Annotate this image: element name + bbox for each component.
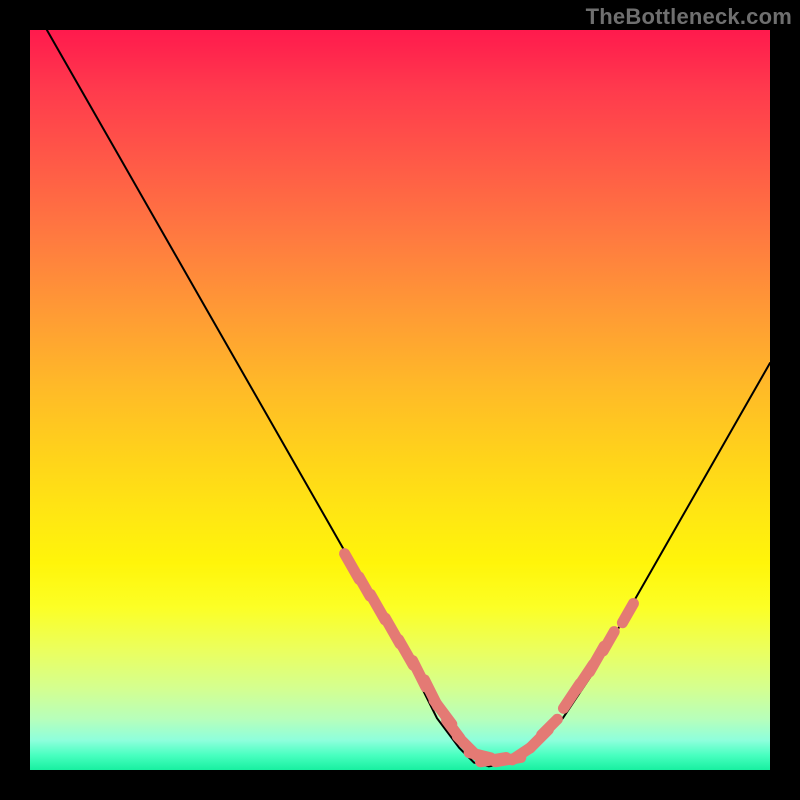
- curve-marker: [622, 603, 633, 622]
- chart-frame: TheBottleneck.com: [0, 0, 800, 800]
- watermark-label: TheBottleneck.com: [586, 4, 792, 30]
- curve-markers: [345, 554, 634, 762]
- chart-svg: [30, 30, 770, 770]
- curve-marker: [542, 719, 558, 735]
- curve-marker: [603, 632, 614, 651]
